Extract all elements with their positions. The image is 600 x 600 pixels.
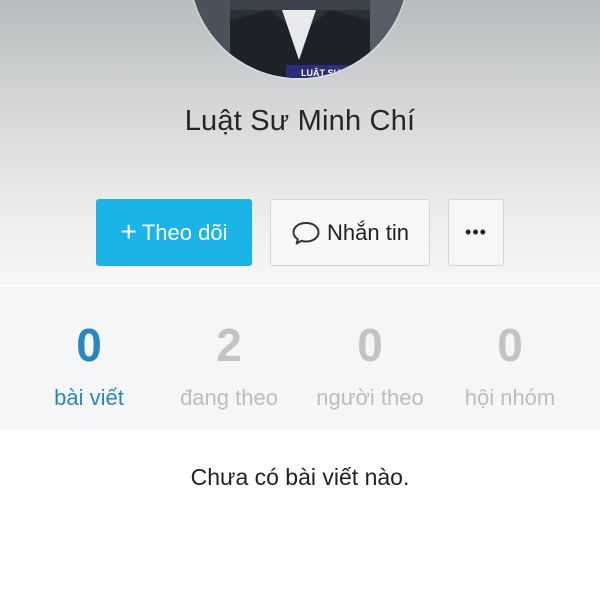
profile-header: LUẬT SƯ Luật Sư Minh Chí + Theo dõi Nhắn… <box>0 0 600 285</box>
stat-followers-label: người theo <box>316 385 424 410</box>
stat-posts-value: 0 <box>76 319 102 371</box>
avatar-photo: LUẬT SƯ <box>190 0 408 78</box>
profile-stats: 0 bài viết 2 đang theo 0 người theo 0 hộ… <box>0 287 600 430</box>
stat-groups-value: 0 <box>497 319 523 371</box>
empty-feed-message: Chưa có bài viết nào. <box>190 464 410 490</box>
follow-button[interactable]: + Theo dõi <box>96 199 252 266</box>
more-options-button[interactable]: ••• <box>448 199 504 266</box>
chat-bubble-icon <box>292 221 320 244</box>
stat-groups-label: hội nhóm <box>464 385 556 410</box>
profile-name: Luật Sư Minh Chí <box>184 105 416 137</box>
stat-following-value: 2 <box>216 319 242 371</box>
stat-following-label: đang theo <box>180 385 278 410</box>
avatar-badge-text: LUẬT SƯ <box>301 67 341 78</box>
message-button[interactable]: Nhắn tin <box>270 199 430 266</box>
follow-button-label: Theo dõi <box>141 219 228 245</box>
stat-followers-value: 0 <box>357 319 383 371</box>
message-button-label: Nhắn tin <box>327 219 409 245</box>
stat-posts-label: bài viết <box>54 385 124 410</box>
more-dots-icon: ••• <box>465 222 487 242</box>
plus-icon: + <box>120 215 137 247</box>
avatar[interactable]: LUẬT SƯ <box>190 0 408 78</box>
